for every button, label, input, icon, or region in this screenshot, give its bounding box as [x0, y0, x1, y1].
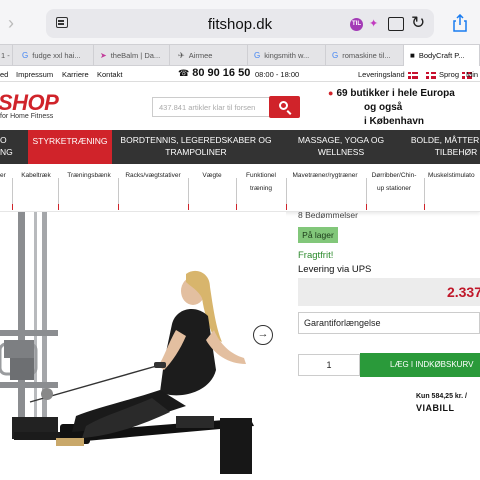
tab-label: BodyCraft P...	[418, 51, 465, 60]
subnav-marker	[118, 204, 119, 210]
utility-bar: ed Impressum Karriere Kontakt ☎ 80 90 16 …	[0, 66, 480, 82]
delivery-method: Levering via UPS	[298, 264, 372, 275]
tab-label: Airmee	[188, 51, 213, 60]
google-icon: G	[22, 51, 29, 60]
danish-flag-icon	[407, 71, 418, 79]
thebalm-icon: ➤	[100, 51, 107, 60]
subnav-marker	[12, 204, 13, 210]
warranty-select[interactable]: Garantiforlængelse	[298, 312, 480, 334]
review-count[interactable]: 8 Bedømmelser	[298, 210, 358, 220]
map-pin-icon: ●	[328, 88, 334, 98]
product-price: 2.337	[446, 284, 480, 300]
subnav-divider	[118, 178, 119, 204]
subnav-item-dorribber[interactable]: Dørribber/Chin-up stationer	[368, 164, 420, 212]
tab-3[interactable]: ➤ theBalm | Da...	[94, 45, 170, 66]
subnav-divider	[12, 178, 13, 204]
subnav-divider	[58, 178, 59, 204]
tab-label: fudge xxl hai...	[32, 51, 81, 60]
delivery-country[interactable]: Leveringsland	[358, 70, 418, 79]
subnav-item-funktionel[interactable]: Funktionel træning	[240, 164, 282, 212]
tab-7-active[interactable]: ■ BodyCraft P...	[404, 45, 480, 66]
tab-strip: 1 - Gfudge xxl hai... ➤ theBalm | Da... ✈…	[0, 44, 480, 66]
promo-line-1: ● 69 butikker i hele Europa	[328, 88, 455, 99]
product-image[interactable]	[0, 212, 286, 480]
subnav-divider	[188, 178, 189, 204]
tab-5[interactable]: Gkingsmith w...	[248, 45, 326, 66]
subnav-marker	[286, 204, 287, 210]
airmee-icon: ✈	[178, 51, 185, 60]
extension-puzzle-icon[interactable]: ✦	[369, 18, 381, 30]
site-header: SHOP for Home Fitness 437.841 artikler k…	[0, 82, 480, 130]
subnav-divider	[236, 178, 237, 204]
subnav-item-traeningsbaenk[interactable]: Træningsbænk	[62, 164, 116, 212]
search-input[interactable]: 437.841 artikler klar til forsen	[152, 97, 270, 117]
subnav-divider	[424, 178, 425, 204]
tab-label: theBalm | Da...	[110, 51, 161, 60]
subnav-divider	[286, 178, 287, 204]
extension-til-icon[interactable]: TIL	[350, 18, 363, 31]
phone-icon: ☎	[178, 68, 190, 78]
nav-item-bordtennis[interactable]: BORDTENNIS, LEGEREDSKABER OG TRAMPOLINER	[116, 130, 276, 164]
subnav-marker	[424, 204, 425, 210]
util-link-karriere[interactable]: Karriere	[62, 70, 89, 79]
tab-label: kingsmith w...	[264, 51, 310, 60]
tab-label: 1 -	[1, 51, 10, 60]
tab-6[interactable]: Gromaskine til...	[326, 45, 404, 66]
util-link-kontakt[interactable]: Kontakt	[97, 70, 122, 79]
google-icon: G	[254, 51, 261, 60]
promo-line-2: og også	[364, 102, 403, 113]
viabill-logo[interactable]: VIABILL	[416, 403, 455, 413]
logo-tagline: for Home Fitness	[0, 113, 54, 120]
bodycraft-icon: ■	[410, 51, 415, 60]
subnav-marker	[58, 204, 59, 210]
subnav-marker	[366, 204, 367, 210]
sub-nav: er Kabeltræk Træningsbænk Racks/vægtstat…	[0, 164, 480, 212]
browser-address-bar: › fitshop.dk TIL ✦ ↻	[0, 0, 480, 44]
search-icon	[279, 101, 288, 110]
account-link[interactable]: Min	[466, 70, 478, 79]
stock-badge: På lager	[298, 227, 338, 243]
quantity-field[interactable]: 1	[298, 354, 360, 376]
opening-hours: 08:00 - 18:00	[255, 70, 300, 79]
google-icon: G	[332, 51, 339, 60]
util-link-impressum[interactable]: Impressum	[16, 70, 53, 79]
nav-item-massage[interactable]: MASSAGE, YOGA OG WELLNESS	[288, 130, 394, 164]
nav-item-partial[interactable]: O NG	[0, 130, 24, 164]
rowing-machine-photo	[0, 212, 254, 474]
main-nav: O NG STYRKETRÆNING BORDTENNIS, LEGEREDSKA…	[0, 130, 480, 164]
search-button[interactable]	[269, 96, 300, 118]
util-link-ed[interactable]: ed	[0, 70, 8, 79]
installment-price: Kun 584,25 kr. /	[416, 393, 467, 400]
store-promo[interactable]: ● 69 butikker i hele Europa og også i Køb…	[328, 86, 478, 129]
danish-flag-icon	[426, 71, 436, 79]
subnav-item-racks[interactable]: Racks/vægtstativer	[120, 164, 186, 212]
subnav-marker	[236, 204, 237, 210]
url-text[interactable]: fitshop.dk	[0, 16, 480, 33]
subnav-item-partial[interactable]: er	[0, 164, 10, 212]
reader-mode-icon[interactable]	[388, 17, 404, 31]
price-box: 2.337	[298, 278, 480, 306]
add-to-cart-button[interactable]: LÆG I INDKØBSKURV	[360, 353, 480, 377]
subnav-item-mavetraener[interactable]: Mavetræner/rygtræner	[288, 164, 362, 212]
subnav-marker	[188, 204, 189, 210]
promo-line-3: i København	[364, 116, 425, 127]
free-shipping-label: Fragtfrit!	[298, 250, 334, 261]
nav-item-bolde[interactable]: BOLDE, MÅTTER Y TILBEHØR	[404, 130, 480, 164]
tab-label: romaskine til...	[342, 51, 391, 60]
nav-item-styrketraening[interactable]: STYRKETRÆNING	[28, 130, 112, 164]
share-icon[interactable]	[452, 14, 468, 32]
reload-icon[interactable]: ↻	[411, 13, 425, 33]
phone-number[interactable]: ☎ 80 90 16 50	[178, 67, 250, 79]
tab-1[interactable]: 1 -	[0, 45, 13, 66]
subnav-divider	[366, 178, 367, 204]
next-image-arrow-icon[interactable]: →	[253, 325, 273, 345]
subnav-item-vaegte[interactable]: Vægte	[192, 164, 232, 212]
subnav-item-kabeltraek[interactable]: Kabeltræk	[16, 164, 56, 212]
tab-4[interactable]: ✈ Airmee	[170, 45, 248, 66]
tab-2[interactable]: Gfudge xxl hai...	[14, 45, 94, 66]
subnav-item-muskelstimulator[interactable]: Muskelstimulato	[428, 164, 480, 212]
